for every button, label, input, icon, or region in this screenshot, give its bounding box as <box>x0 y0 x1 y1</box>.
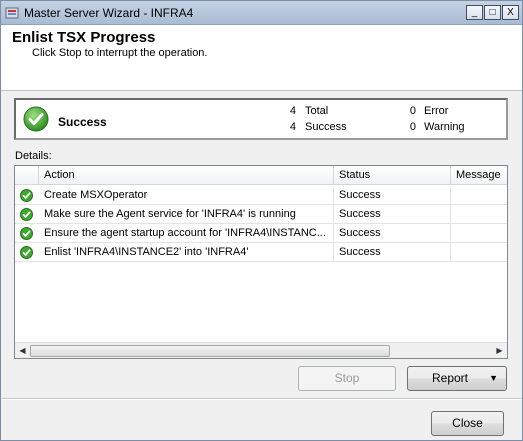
scroll-right-icon[interactable]: ▶ <box>492 344 507 358</box>
row-action: Enlist 'INFRA4\INSTANCE2' into 'INFRA4' <box>39 243 334 262</box>
scroll-left-icon[interactable]: ◀ <box>15 344 30 358</box>
details-grid[interactable]: Action Status Message Create MSXOperator… <box>14 165 508 359</box>
row-status: Success <box>334 205 451 224</box>
success-check-icon <box>20 246 33 259</box>
page-subtitle: Click Stop to interrupt the operation. <box>32 47 208 59</box>
grid-header: Action Status Message <box>15 166 507 185</box>
wizard-header: Enlist TSX Progress Click Stop to interr… <box>1 25 522 91</box>
row-action: Create MSXOperator <box>39 186 334 205</box>
close-window-button[interactable]: X <box>502 5 519 20</box>
row-message <box>451 205 507 224</box>
success-count: 4 <box>289 121 296 133</box>
success-label: Success <box>305 121 347 133</box>
summary-panel: Success 4 Total 4 Success 0 Error 0 Warn… <box>14 98 508 140</box>
maximize-button[interactable]: □ <box>484 5 501 20</box>
close-button[interactable]: Close <box>431 411 504 436</box>
report-button[interactable]: Report ▼ <box>407 366 507 391</box>
stop-button[interactable]: Stop <box>298 366 396 391</box>
row-status: Success <box>334 224 451 243</box>
row-message <box>451 224 507 243</box>
total-label: Total <box>305 105 329 117</box>
wizard-window: Master Server Wizard - INFRA4 _ □ X Enli… <box>0 0 523 441</box>
error-count: 0 <box>409 105 416 117</box>
page-title: Enlist TSX Progress <box>12 29 156 46</box>
success-check-icon <box>20 189 33 202</box>
row-message <box>451 186 507 205</box>
row-message <box>451 243 507 262</box>
success-check-icon <box>23 106 49 132</box>
table-row[interactable]: Make sure the Agent service for 'INFRA4'… <box>15 205 507 224</box>
title-bar[interactable]: Master Server Wizard - INFRA4 _ □ X <box>1 1 522 25</box>
table-row[interactable]: Ensure the agent startup account for 'IN… <box>15 224 507 243</box>
row-action: Ensure the agent startup account for 'IN… <box>39 224 334 243</box>
column-header-icon[interactable] <box>15 166 39 185</box>
warning-label: Warning <box>424 121 465 133</box>
horizontal-scrollbar[interactable]: ◀ ▶ <box>15 342 507 358</box>
row-action: Make sure the Agent service for 'INFRA4'… <box>39 205 334 224</box>
table-row[interactable]: Create MSXOperator Success <box>15 186 507 205</box>
column-header-message[interactable]: Message <box>451 166 507 185</box>
column-header-action[interactable]: Action <box>39 166 334 185</box>
scrollbar-thumb[interactable] <box>30 345 390 357</box>
minimize-button[interactable]: _ <box>466 5 483 20</box>
success-check-icon <box>20 227 33 240</box>
row-status: Success <box>334 186 451 205</box>
success-check-icon <box>20 208 33 221</box>
table-row[interactable]: Enlist 'INFRA4\INSTANCE2' into 'INFRA4' … <box>15 243 507 262</box>
details-label: Details: <box>15 150 52 162</box>
footer-divider-highlight <box>1 399 522 400</box>
dropdown-arrow-icon: ▼ <box>489 373 498 383</box>
report-label: Report <box>431 371 469 385</box>
summary-status: Success <box>58 115 107 129</box>
total-count: 4 <box>289 105 296 117</box>
column-header-status[interactable]: Status <box>334 166 451 185</box>
row-status: Success <box>334 243 451 262</box>
error-label: Error <box>424 105 449 117</box>
warning-count: 0 <box>409 121 416 133</box>
window-title: Master Server Wizard - INFRA4 <box>24 6 194 20</box>
server-wizard-icon <box>5 7 19 19</box>
